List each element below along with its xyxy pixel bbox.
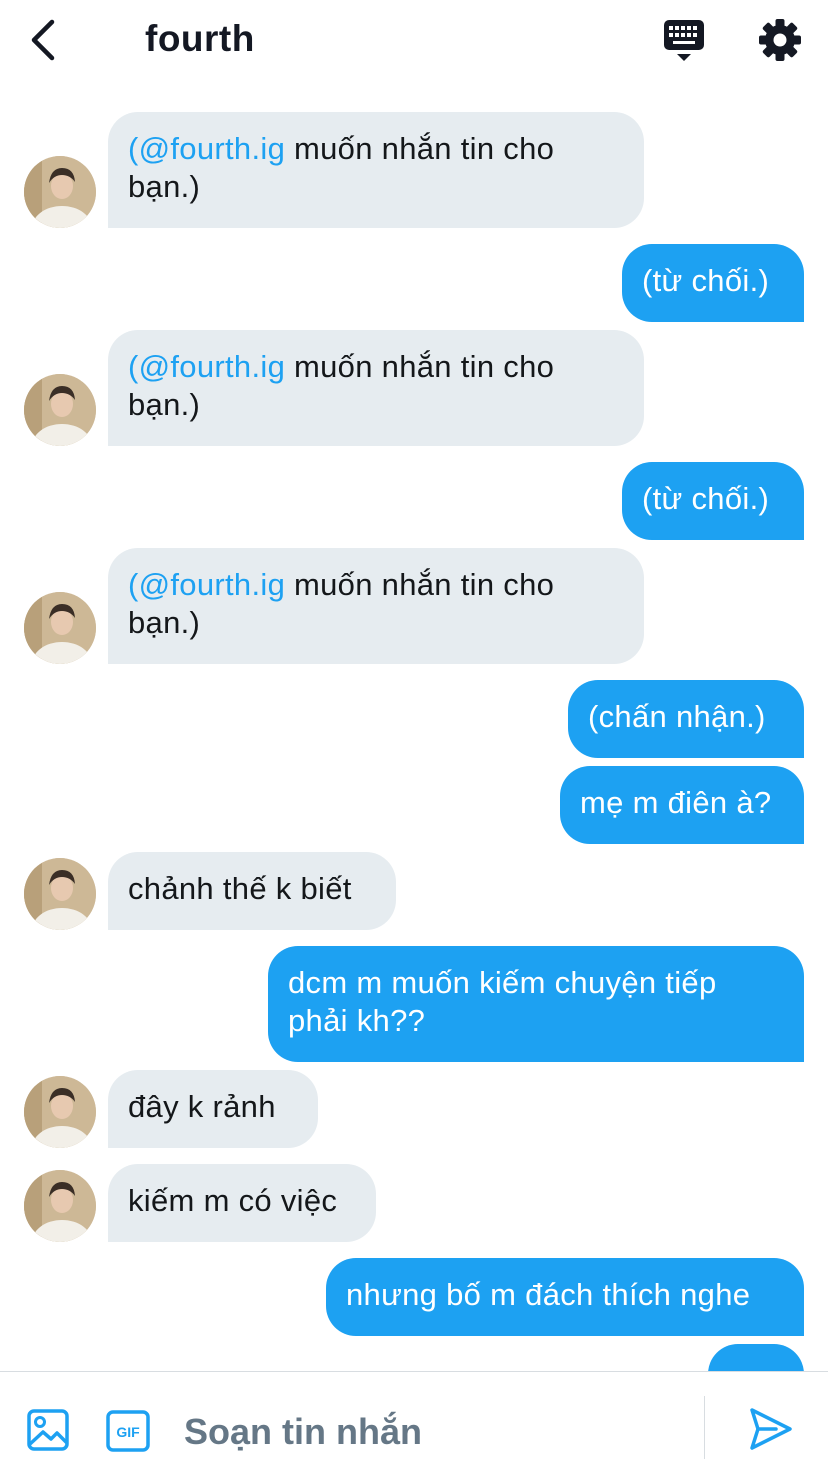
message-bubble[interactable]: (@fourth.ig muốn nhắn tin cho bạn.)	[108, 112, 644, 228]
message-outgoing-partial	[0, 1344, 828, 1371]
message-incoming: (@fourth.ig muốn nhắn tin cho bạn.)	[0, 330, 828, 446]
message-text: bạn.)	[128, 605, 201, 640]
sender-avatar[interactable]	[24, 1076, 96, 1148]
message-text: mẹ m điên à?	[580, 785, 772, 820]
message-bubble[interactable]	[708, 1344, 804, 1371]
message-text: bạn.)	[128, 387, 201, 422]
message-bubble[interactable]: dcm m muốn kiếm chuyện tiếp phải kh??	[268, 946, 804, 1062]
message-bubble[interactable]: mẹ m điên à?	[560, 766, 804, 844]
message-outgoing: (từ chối.)	[0, 462, 828, 540]
avatar-image	[24, 1170, 96, 1242]
send-icon	[750, 1408, 792, 1450]
message-outgoing: (chấn nhận.)	[0, 680, 828, 758]
sender-avatar[interactable]	[24, 858, 96, 930]
message-text: đây k rảnh	[128, 1089, 276, 1124]
gif-label: GIF	[116, 1424, 140, 1440]
settings-button[interactable]	[756, 16, 804, 64]
message-text: kiếm m có việc	[128, 1183, 338, 1218]
mention-link[interactable]: (@fourth.ig	[128, 567, 285, 602]
gif-icon: GIF	[106, 1410, 150, 1452]
message-incoming: đây k rảnh	[0, 1070, 828, 1148]
back-button[interactable]	[22, 18, 66, 62]
message-bubble[interactable]: chảnh thế k biết	[108, 852, 396, 930]
sender-avatar[interactable]	[24, 1170, 96, 1242]
composer-divider	[704, 1396, 705, 1459]
message-incoming: (@fourth.ig muốn nhắn tin cho bạn.)	[0, 548, 828, 664]
message-composer: GIF	[0, 1371, 828, 1459]
message-bubble[interactable]: (từ chối.)	[622, 462, 804, 540]
avatar-image	[24, 374, 96, 446]
image-icon	[27, 1409, 69, 1451]
message-text: (từ chối.)	[642, 481, 770, 516]
add-media-button[interactable]	[26, 1408, 70, 1452]
mention-link[interactable]: (@fourth.ig	[128, 349, 285, 384]
conversation-title[interactable]: fourth	[145, 18, 255, 60]
send-button[interactable]	[748, 1406, 794, 1452]
message-text: nhưng bố m đách thích nghe	[346, 1277, 751, 1312]
message-bubble[interactable]: đây k rảnh	[108, 1070, 318, 1148]
avatar-image	[24, 858, 96, 930]
sender-avatar[interactable]	[24, 374, 96, 446]
avatar-image	[24, 156, 96, 228]
sender-avatar[interactable]	[24, 156, 96, 228]
message-bubble[interactable]: (từ chối.)	[622, 244, 804, 322]
message-outgoing: (từ chối.)	[0, 244, 828, 322]
mention-link[interactable]: (@fourth.ig	[128, 131, 285, 166]
message-input[interactable]	[184, 1408, 684, 1456]
message-text: muốn nhắn tin cho	[285, 349, 555, 384]
message-text: (chấn nhận.)	[588, 699, 766, 734]
add-gif-button[interactable]: GIF	[106, 1410, 150, 1452]
message-text: (từ chối.)	[642, 263, 770, 298]
keyboard-button[interactable]	[660, 18, 708, 64]
message-outgoing: dcm m muốn kiếm chuyện tiếp phải kh??	[0, 946, 828, 1062]
message-bubble[interactable]: (chấn nhận.)	[568, 680, 804, 758]
message-bubble[interactable]: nhưng bố m đách thích nghe	[326, 1258, 804, 1336]
chevron-left-icon	[31, 19, 55, 61]
message-incoming: (@fourth.ig muốn nhắn tin cho bạn.)	[0, 112, 828, 228]
keyboard-icon	[664, 20, 704, 61]
message-text: muốn nhắn tin cho	[285, 567, 555, 602]
message-incoming: kiếm m có việc	[0, 1164, 828, 1242]
conversation-header: fourth	[0, 0, 828, 84]
message-text: muốn nhắn tin cho	[285, 131, 555, 166]
message-bubble[interactable]: (@fourth.ig muốn nhắn tin cho bạn.)	[108, 330, 644, 446]
message-text: bạn.)	[128, 169, 201, 204]
message-text: phải kh??	[288, 1003, 426, 1038]
dm-conversation-screen: fourth (@fourth.ig muốn nhắn tin cho bạn…	[0, 0, 828, 1459]
message-incoming: chảnh thế k biết	[0, 852, 828, 930]
message-text: chảnh thế k biết	[128, 871, 352, 906]
message-bubble[interactable]: kiếm m có việc	[108, 1164, 376, 1242]
message-outgoing: nhưng bố m đách thích nghe	[0, 1258, 828, 1336]
avatar-image	[24, 1076, 96, 1148]
gear-icon	[759, 19, 801, 61]
message-text: dcm m muốn kiếm chuyện tiếp	[288, 965, 717, 1000]
message-bubble[interactable]: (@fourth.ig muốn nhắn tin cho bạn.)	[108, 548, 644, 664]
avatar-image	[24, 592, 96, 664]
message-outgoing: mẹ m điên à?	[0, 766, 828, 844]
sender-avatar[interactable]	[24, 592, 96, 664]
